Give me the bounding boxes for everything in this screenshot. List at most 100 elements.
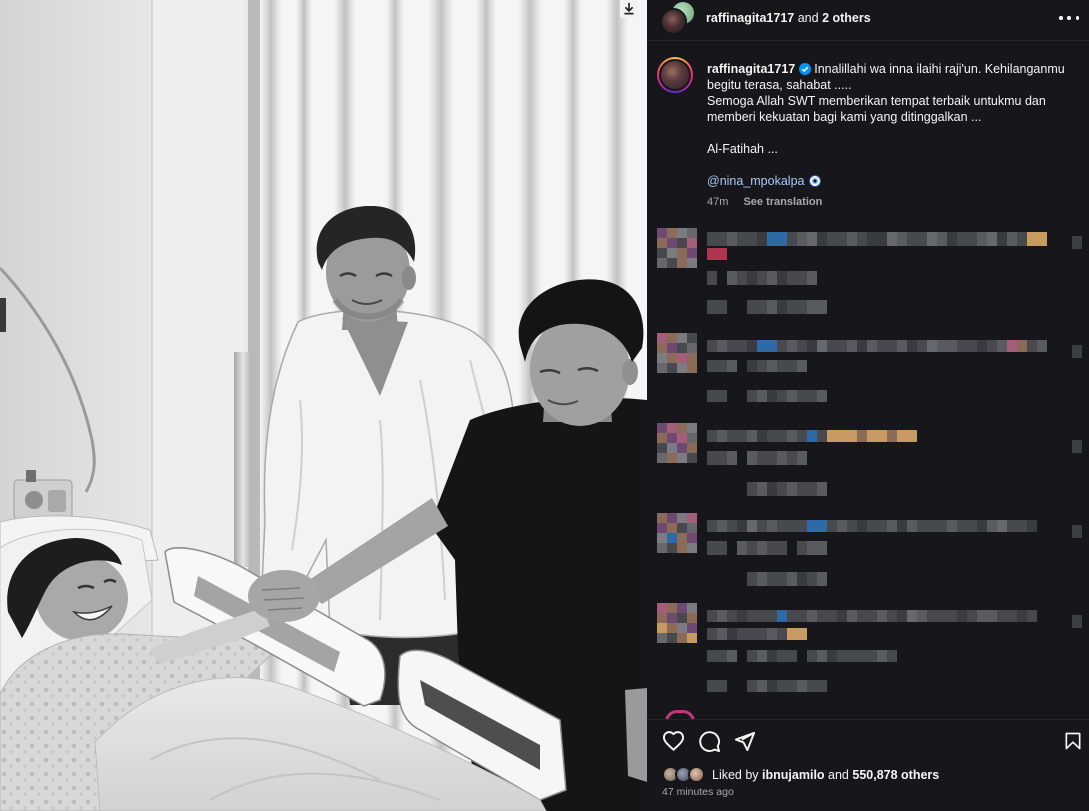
blur-pixel	[887, 610, 897, 622]
blur-pixel	[777, 541, 787, 555]
comment-avatar-blurred[interactable]	[657, 423, 697, 463]
blur-pixel	[757, 610, 767, 622]
caption-username[interactable]: raffinagita1717	[707, 62, 795, 76]
blur-pixel	[727, 430, 737, 442]
blur-pixel	[847, 232, 857, 246]
like-button[interactable]	[662, 730, 685, 758]
blur-pixel	[727, 360, 737, 372]
blur-pixel	[667, 228, 677, 238]
post-photo[interactable]	[0, 0, 647, 811]
caption-time[interactable]: 47m	[707, 196, 728, 208]
likes-count[interactable]: 550,878 others	[852, 768, 939, 782]
comment-text-blurred	[707, 232, 1047, 246]
download-button[interactable]	[620, 0, 638, 18]
comment-text-blurred	[707, 300, 827, 314]
header-username[interactable]: raffinagita1717	[706, 11, 794, 25]
blur-pixel	[947, 610, 957, 622]
comment-like-icon[interactable]	[1072, 615, 1082, 628]
blur-pixel	[917, 610, 927, 622]
blur-pixel	[707, 430, 717, 442]
comment-like-icon[interactable]	[1072, 236, 1082, 249]
blur-pixel	[667, 423, 677, 433]
blur-pixel	[777, 610, 787, 622]
blur-pixel	[787, 541, 797, 555]
blur-pixel	[817, 541, 827, 555]
blur-pixel	[997, 610, 1007, 622]
blur-pixel	[687, 333, 697, 343]
comment-text-blurred	[707, 271, 817, 285]
comment-button[interactable]	[698, 730, 721, 758]
paper-plane-share-icon	[734, 731, 756, 752]
blur-pixel	[1017, 520, 1027, 532]
blur-pixel	[687, 633, 697, 643]
blur-pixel	[707, 650, 717, 662]
see-translation-button[interactable]: See translation	[743, 196, 822, 208]
blur-pixel	[887, 232, 897, 246]
comment-avatar-blurred[interactable]	[657, 228, 697, 268]
blur-pixel	[937, 340, 947, 352]
blur-pixel	[917, 232, 927, 246]
blur-pixel	[667, 238, 677, 248]
blur-pixel	[657, 533, 667, 543]
nazar-amulet-emoji-icon	[809, 175, 822, 187]
blur-pixel	[677, 333, 687, 343]
blur-pixel	[877, 520, 887, 532]
blur-pixel	[787, 360, 797, 372]
blur-pixel	[677, 258, 687, 268]
blur-pixel	[807, 520, 817, 532]
share-button[interactable]	[733, 730, 756, 758]
blur-pixel	[667, 513, 677, 523]
blur-pixel	[707, 248, 717, 260]
blur-pixel	[777, 482, 787, 496]
blur-pixel	[827, 650, 837, 662]
blur-pixel	[727, 232, 737, 246]
comment-like-icon[interactable]	[1072, 440, 1082, 453]
blur-pixel	[657, 523, 667, 533]
comment-like-icon[interactable]	[1072, 525, 1082, 538]
blur-pixel	[657, 353, 667, 363]
comment-like-icon[interactable]	[1072, 345, 1082, 358]
blur-pixel	[787, 300, 797, 314]
blur-pixel	[887, 650, 897, 662]
author-avatar[interactable]	[660, 8, 687, 35]
comment-text-blurred	[707, 680, 827, 692]
blur-pixel	[737, 520, 747, 532]
blur-pixel	[717, 248, 727, 260]
liked-by-user[interactable]: ibnujamilo	[762, 768, 825, 782]
blur-pixel	[797, 300, 807, 314]
blur-pixel	[657, 453, 667, 463]
blur-pixel	[837, 232, 847, 246]
blur-pixel	[837, 430, 847, 442]
post-timestamp[interactable]: 47 minutes ago	[662, 786, 734, 799]
blur-pixel	[667, 248, 677, 258]
blur-pixel	[727, 340, 737, 352]
liker-avatar[interactable]	[688, 766, 705, 783]
more-options-button[interactable]	[1059, 12, 1079, 24]
blur-pixel	[1017, 340, 1027, 352]
blur-pixel	[727, 628, 737, 640]
blur-pixel	[817, 610, 827, 622]
blur-pixel	[717, 430, 727, 442]
blur-pixel	[867, 650, 877, 662]
blur-pixel	[677, 353, 687, 363]
blur-pixel	[1027, 232, 1037, 246]
blur-pixel	[687, 623, 697, 633]
comment-avatar-blurred[interactable]	[657, 333, 697, 373]
blur-pixel	[797, 572, 807, 586]
comment-avatar-blurred[interactable]	[657, 603, 697, 643]
blur-pixel	[897, 340, 907, 352]
blur-pixel	[767, 628, 777, 640]
blur-pixel	[797, 232, 807, 246]
header-others-link[interactable]: 2 others	[822, 11, 871, 25]
blur-pixel	[737, 650, 747, 662]
mention-link[interactable]: @nina_mpokalpa	[707, 174, 804, 188]
blur-pixel	[807, 232, 817, 246]
blur-pixel	[887, 340, 897, 352]
blur-pixel	[657, 543, 667, 553]
save-button[interactable]	[1063, 729, 1083, 758]
comment-avatar-blurred[interactable]	[657, 513, 697, 553]
post-side-panel: raffinagita1717 and 2 others raffinagita…	[647, 0, 1089, 811]
blur-pixel	[777, 430, 787, 442]
caption-author-avatar[interactable]	[657, 57, 693, 93]
blur-pixel	[847, 610, 857, 622]
